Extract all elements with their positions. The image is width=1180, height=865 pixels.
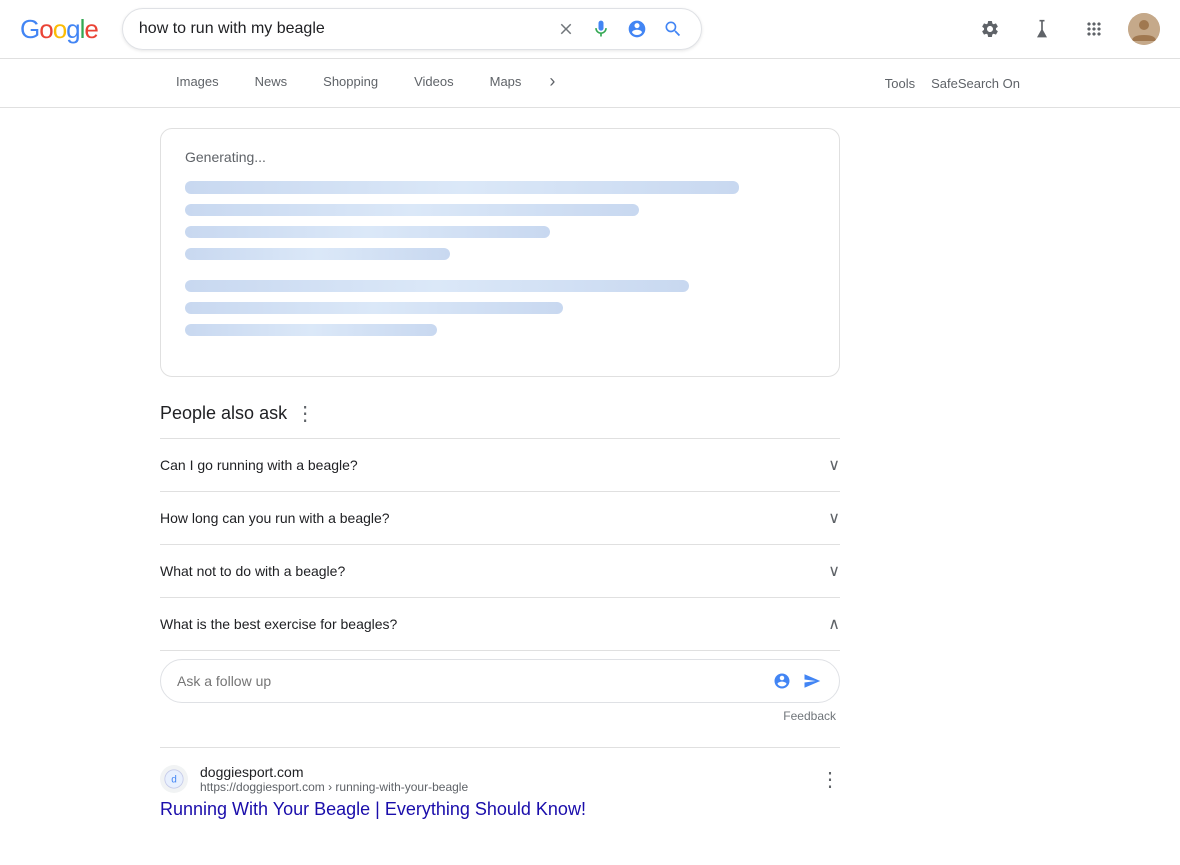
x-icon — [557, 20, 575, 38]
paa-title: People also ask — [160, 403, 287, 424]
send-icon — [803, 672, 821, 690]
lens-icon — [627, 19, 647, 39]
followup-send-button[interactable] — [801, 670, 823, 692]
google-logo[interactable]: Google — [20, 14, 98, 45]
labs-button[interactable] — [1024, 11, 1060, 47]
paa-question-4: What is the best exercise for beagles? — [160, 616, 397, 632]
apps-button[interactable] — [1076, 11, 1112, 47]
search-icon — [663, 19, 683, 39]
ai-section: Generating... — [160, 128, 840, 377]
logo-g2: g — [66, 14, 79, 44]
safesearch-button[interactable]: SafeSearch On — [931, 76, 1020, 91]
followup-lens-button[interactable] — [771, 670, 793, 692]
logo-g: G — [20, 14, 39, 44]
skeleton-line — [185, 204, 639, 216]
chevron-down-icon-1: ∨ — [828, 455, 840, 475]
paa-question-1: Can I go running with a beagle? — [160, 457, 358, 473]
logo-e: e — [84, 14, 97, 44]
tab-videos[interactable]: Videos — [398, 62, 470, 104]
search-bar — [122, 8, 702, 50]
gear-icon — [980, 19, 1000, 39]
results-column: Generating... People also ask ⋮ Can I — [160, 128, 840, 845]
skeleton-group-2 — [185, 280, 815, 336]
logo-o2: o — [53, 14, 66, 44]
chevron-down-icon-3: ∨ — [828, 561, 840, 581]
result-source: d doggiesport.com https://doggiesport.co… — [160, 764, 840, 794]
search-bar-wrapper — [122, 8, 702, 50]
header: Google — [0, 0, 1180, 59]
search-button[interactable] — [661, 17, 685, 41]
skeleton-line — [185, 181, 739, 194]
search-icons — [555, 17, 685, 41]
skeleton-line — [185, 226, 550, 238]
more-tabs-button[interactable]: › — [541, 59, 563, 107]
search-input[interactable] — [139, 20, 543, 38]
result-favicon: d — [160, 765, 188, 793]
paa-item-4[interactable]: What is the best exercise for beagles? ∧ — [160, 598, 840, 651]
tools-button[interactable]: Tools — [885, 76, 915, 91]
avatar[interactable] — [1128, 13, 1160, 45]
tab-shopping[interactable]: Shopping — [307, 62, 394, 104]
nav-tabs: Images News Shopping Videos Maps › Tools… — [0, 59, 1180, 108]
result-url: https://doggiesport.com › running-with-y… — [200, 780, 468, 794]
feedback-label: Feedback — [160, 709, 840, 723]
user-avatar-icon — [1128, 13, 1160, 45]
logo-o1: o — [39, 14, 52, 44]
result-source-info: doggiesport.com https://doggiesport.com … — [200, 764, 468, 794]
nav-right: Tools SafeSearch On — [885, 76, 1020, 91]
skeleton-group-1 — [185, 181, 815, 260]
skeleton-line — [185, 302, 563, 314]
result-more-button[interactable]: ⋮ — [820, 767, 840, 792]
paa-menu-icon[interactable]: ⋮ — [295, 401, 315, 426]
paa-item-1[interactable]: Can I go running with a beagle? ∨ — [160, 439, 840, 492]
result-domain: doggiesport.com — [200, 764, 468, 780]
mic-icon — [591, 19, 611, 39]
chevron-up-icon-4: ∧ — [828, 614, 840, 634]
followup-icons — [771, 670, 823, 692]
generating-label: Generating... — [185, 149, 815, 165]
tab-news[interactable]: News — [239, 62, 304, 104]
voice-search-button[interactable] — [589, 17, 613, 41]
chevron-down-icon-2: ∨ — [828, 508, 840, 528]
flask-icon — [1032, 19, 1052, 39]
paa-header: People also ask ⋮ — [160, 401, 840, 426]
grid-icon — [1084, 19, 1104, 39]
main-content: Generating... People also ask ⋮ Can I — [0, 108, 1180, 865]
lens-button[interactable] — [625, 17, 649, 41]
tab-images[interactable]: Images — [160, 62, 235, 104]
followup-input-bar — [160, 659, 840, 703]
clear-button[interactable] — [555, 18, 577, 40]
paa-item-2[interactable]: How long can you run with a beagle? ∨ — [160, 492, 840, 545]
section-divider — [160, 747, 840, 748]
tab-maps[interactable]: Maps — [474, 62, 538, 104]
followup-lens-icon — [773, 672, 791, 690]
paa-item-3[interactable]: What not to do with a beagle? ∨ — [160, 545, 840, 598]
favicon-icon: d — [164, 769, 184, 789]
skeleton-line — [185, 248, 450, 260]
skeleton-line — [185, 324, 437, 336]
followup-input[interactable] — [177, 673, 759, 689]
result-title-link[interactable]: Running With Your Beagle | Everything Sh… — [160, 799, 586, 819]
header-right — [972, 11, 1160, 47]
skeleton-line — [185, 280, 689, 292]
people-also-ask: People also ask ⋮ Can I go running with … — [160, 401, 840, 723]
svg-text:d: d — [171, 774, 177, 785]
search-result-1: d doggiesport.com https://doggiesport.co… — [160, 764, 840, 821]
followup-container: Feedback — [160, 659, 840, 723]
paa-question-3: What not to do with a beagle? — [160, 563, 345, 579]
settings-button[interactable] — [972, 11, 1008, 47]
paa-question-2: How long can you run with a beagle? — [160, 510, 390, 526]
